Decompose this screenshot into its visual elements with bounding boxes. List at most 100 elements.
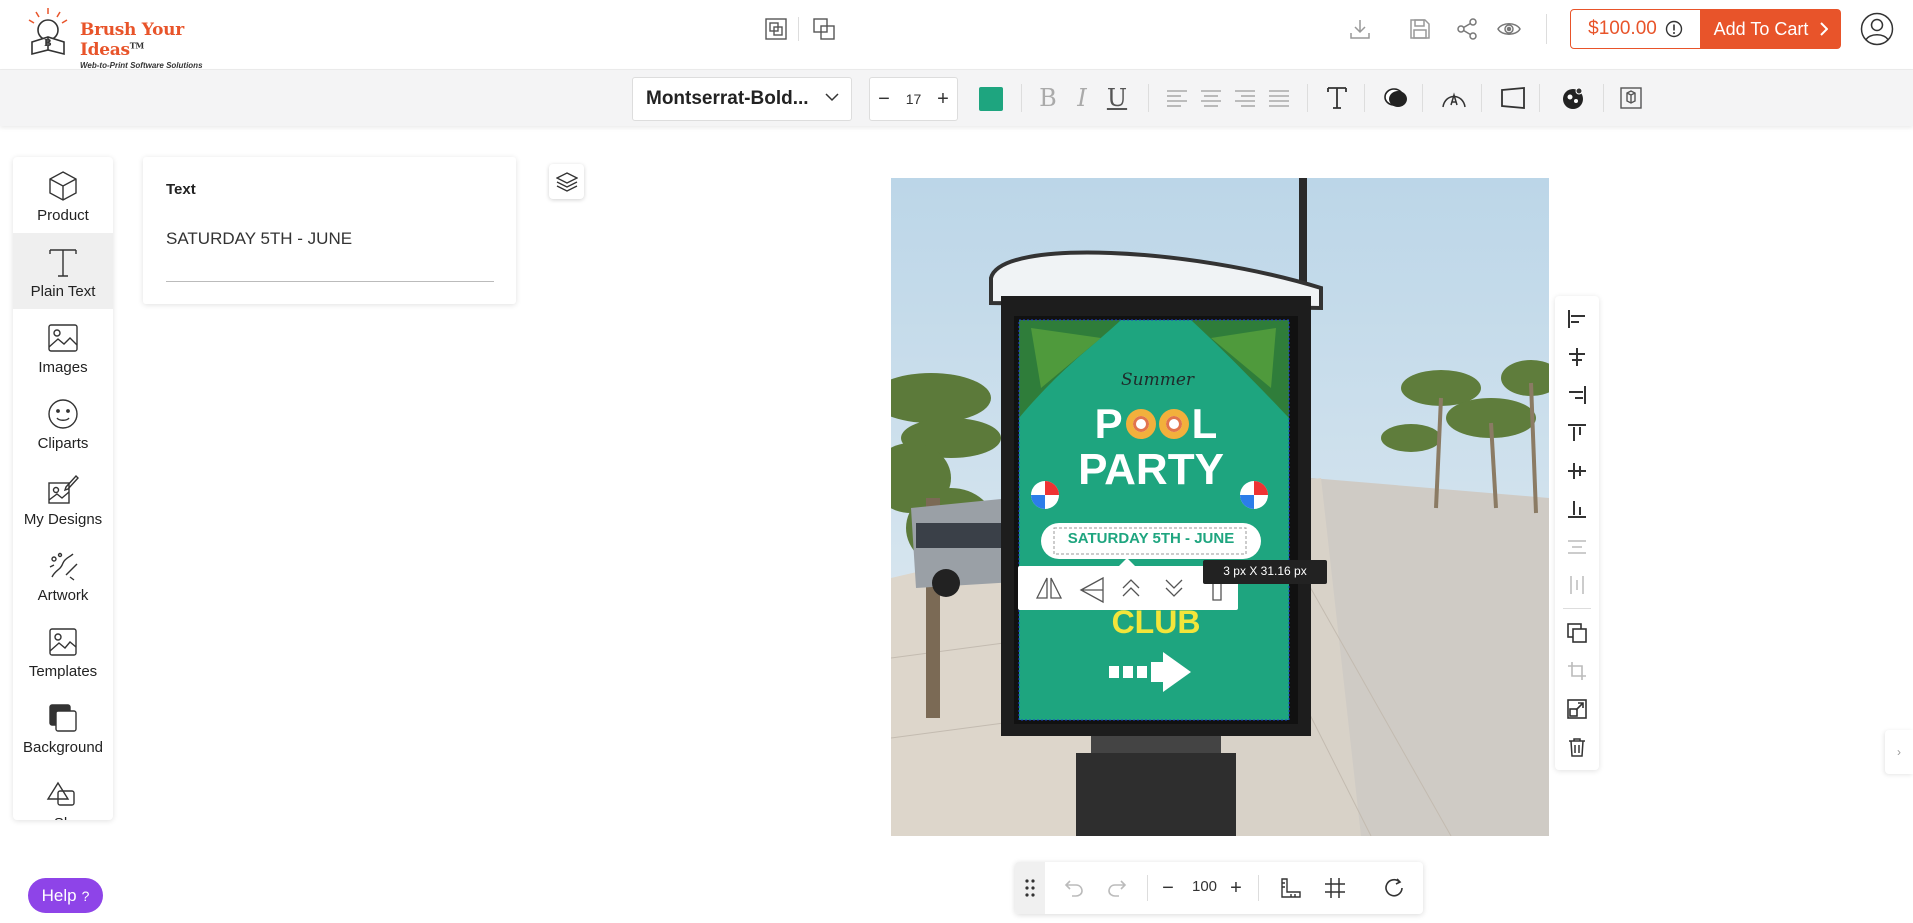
perspective-icon[interactable]	[1498, 83, 1528, 113]
input-underline	[166, 281, 494, 282]
align-left-icon[interactable]	[1162, 83, 1192, 113]
help-label: Help	[41, 885, 77, 905]
align-vertical-center-icon[interactable]	[1566, 460, 1588, 482]
bold-button[interactable]: B	[1033, 83, 1063, 113]
redo-icon[interactable]	[1104, 875, 1130, 901]
artwork-icon	[49, 552, 78, 581]
toolbar-divider	[1539, 84, 1540, 112]
tool-sidebar: Product Plain Text Images Cliparts My De…	[13, 157, 113, 820]
add-to-cart-button[interactable]: Add To Cart	[1701, 9, 1841, 49]
ungroup-objects-icon[interactable]	[809, 14, 839, 44]
brand-logo[interactable]: B Brush Your IdeasTM Web-to-Print Softwa…	[22, 6, 232, 70]
toolbar-divider	[1148, 84, 1149, 112]
download-icon[interactable]	[1345, 14, 1375, 44]
poster-summer-text: Summer	[1121, 370, 1195, 390]
bar-divider	[1147, 875, 1148, 901]
zoom-in-button[interactable]: +	[1227, 875, 1245, 901]
share-icon[interactable]	[1452, 14, 1482, 44]
panel-title: Text	[166, 181, 196, 198]
font-size-decrease-button[interactable]: −	[876, 88, 892, 111]
chevron-right-icon	[1820, 22, 1829, 36]
3d-transform-icon[interactable]	[1616, 83, 1646, 113]
align-right-icon[interactable]	[1230, 83, 1260, 113]
sidebar-item-product[interactable]: Product	[13, 157, 113, 233]
ruler-icon[interactable]	[1277, 875, 1303, 901]
user-account-icon[interactable]	[1860, 12, 1894, 46]
align-right-edge-icon[interactable]	[1566, 384, 1588, 406]
cube-icon	[49, 171, 77, 201]
font-size-increase-button[interactable]: +	[935, 88, 951, 111]
sidebar-item-plain-text[interactable]: Plain Text	[13, 233, 113, 309]
font-size-value: 17	[905, 91, 922, 107]
distribute-vertical-icon[interactable]	[1566, 536, 1588, 558]
header-divider	[798, 17, 799, 41]
align-center-icon[interactable]	[1196, 83, 1226, 113]
text-content-input[interactable]: SATURDAY 5TH - JUNE	[166, 229, 352, 249]
sidebar-item-my-designs[interactable]: My Designs	[13, 461, 113, 537]
color-fill-icon[interactable]	[1558, 83, 1588, 113]
delete-icon[interactable]	[1566, 736, 1588, 758]
sidebar-item-artwork[interactable]: Artwork	[13, 537, 113, 613]
sidebar-item-background[interactable]: Background	[13, 689, 113, 765]
group-objects-icon[interactable]	[761, 14, 791, 44]
toolbar-divider	[1422, 84, 1423, 112]
app-header: B Brush Your IdeasTM Web-to-Print Softwa…	[0, 0, 1913, 70]
align-top-edge-icon[interactable]	[1566, 422, 1588, 444]
canvas-controls-bar: − 100 +	[1015, 862, 1423, 914]
toolbar-divider	[1364, 84, 1365, 112]
sidebar-item-cliparts[interactable]: Cliparts	[13, 385, 113, 461]
italic-button[interactable]: I	[1067, 83, 1097, 113]
poster-club-text: CLUB	[1111, 604, 1201, 640]
sidebar-item-label: Images	[38, 359, 88, 376]
zoom-out-button[interactable]: −	[1159, 875, 1177, 901]
layers-button[interactable]	[549, 164, 584, 199]
sidebar-item-shapes[interactable]: Sh	[13, 765, 113, 820]
align-left-edge-icon[interactable]	[1566, 308, 1588, 330]
font-size-stepper[interactable]: − 17 +	[869, 77, 958, 121]
sidebar-item-templates[interactable]: Templates	[13, 613, 113, 689]
reset-refresh-icon[interactable]	[1381, 875, 1407, 901]
toolbar-divider	[1021, 84, 1022, 112]
resize-icon[interactable]	[1566, 698, 1588, 720]
undo-icon[interactable]	[1061, 875, 1087, 901]
bold-glyph: B	[1039, 84, 1057, 112]
design-canvas[interactable]: Summer P L PARTY SATURDAY 5TH - JUNE CLU…	[891, 178, 1549, 836]
svg-text:B: B	[44, 39, 52, 49]
sidebar-item-images[interactable]: Images	[13, 309, 113, 385]
add-to-cart-label: Add To Cart	[1713, 18, 1809, 39]
toolbar-divider	[1481, 84, 1482, 112]
help-button[interactable]: Help ?	[28, 878, 103, 913]
shapes-icon	[46, 781, 75, 806]
duplicate-icon[interactable]	[1566, 622, 1588, 644]
save-icon[interactable]	[1405, 14, 1435, 44]
alignment-tools-panel	[1555, 296, 1599, 770]
lightbulb-logo-icon: B	[28, 8, 68, 56]
collapse-panel-tab[interactable]: ›	[1885, 730, 1913, 774]
text-style-icon[interactable]	[1322, 83, 1352, 113]
align-justify-icon[interactable]	[1264, 83, 1294, 113]
drag-handle-icon[interactable]	[1015, 862, 1045, 914]
distribute-horizontal-icon[interactable]	[1566, 574, 1588, 596]
poster-pool-text: P L	[1094, 400, 1218, 447]
sidebar-item-label: Product	[37, 207, 89, 224]
text-shadow-icon[interactable]	[1381, 83, 1411, 113]
text-color-swatch[interactable]	[979, 87, 1003, 111]
help-question-icon: ?	[81, 887, 90, 904]
smiley-icon	[48, 399, 78, 429]
bar-divider	[1258, 875, 1259, 901]
crop-icon[interactable]	[1566, 660, 1588, 682]
curved-text-icon[interactable]	[1439, 83, 1469, 113]
underline-button[interactable]: U	[1102, 83, 1132, 113]
poster-date-text[interactable]: SATURDAY 5TH - JUNE	[1041, 530, 1261, 547]
zoom-level: 100	[1192, 878, 1218, 895]
font-family-select[interactable]: Montserrat-Bold...	[632, 77, 852, 121]
grid-icon[interactable]	[1322, 875, 1348, 901]
header-divider	[1546, 14, 1547, 44]
align-bottom-edge-icon[interactable]	[1566, 498, 1588, 520]
preview-eye-icon[interactable]	[1494, 14, 1524, 44]
sidebar-item-label: Background	[22, 739, 104, 756]
align-horizontal-center-icon[interactable]	[1566, 346, 1588, 368]
info-icon	[1665, 20, 1683, 38]
sidebar-item-label: Sh	[54, 815, 72, 820]
price-button[interactable]: $100.00	[1570, 9, 1701, 49]
